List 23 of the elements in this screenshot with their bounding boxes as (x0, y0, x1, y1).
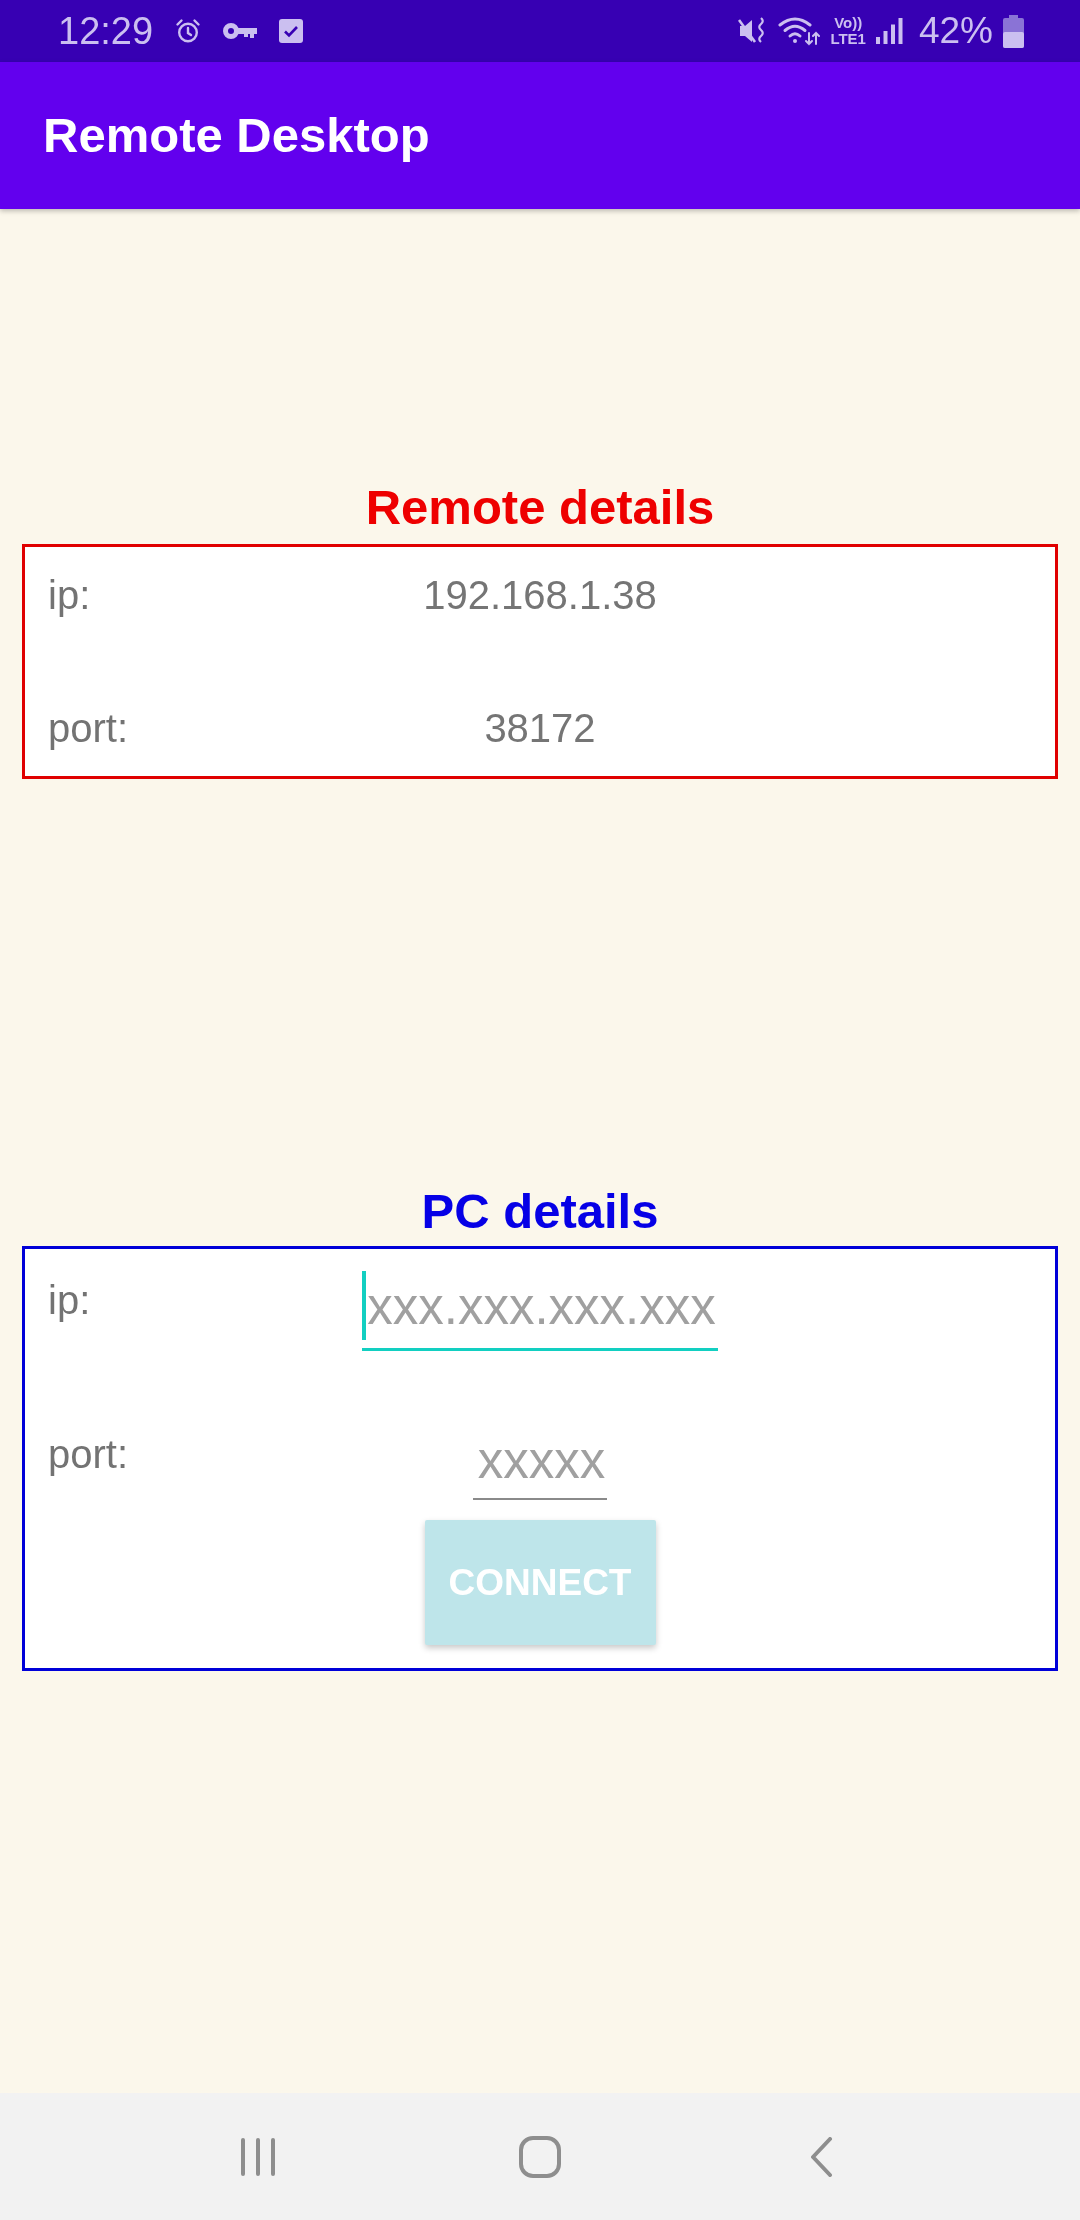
ip-input-field[interactable]: xxx.xxx.xxx.xxx (362, 1271, 718, 1351)
clock-time: 12:29 (58, 9, 154, 53)
back-icon[interactable] (811, 2136, 833, 2177)
wifi-icon (778, 16, 821, 46)
section-title: PC details (421, 1183, 659, 1240)
port-input-field[interactable]: xxxxx (472, 1425, 608, 1500)
ip-label: ip: (48, 1277, 91, 1324)
checkbox-icon (279, 19, 304, 43)
ip-label: ip: (48, 572, 91, 619)
port-label: port: (48, 1431, 129, 1478)
app-title: Remote Desktop (43, 107, 430, 164)
battery-icon (1003, 14, 1024, 48)
key-icon (223, 23, 258, 39)
network-type-label: Vo)) LTE1 (830, 15, 866, 47)
recent-apps-icon[interactable] (240, 2136, 276, 2177)
ip-value: 192.168.1.38 (423, 572, 657, 619)
section-title: Remote details (365, 479, 715, 536)
port-label: port: (48, 705, 129, 752)
signal-bars-icon (875, 18, 903, 44)
home-icon[interactable] (519, 2135, 561, 2178)
port-value: 38172 (484, 705, 596, 752)
alarm-clock-icon (175, 18, 202, 44)
battery-percent: 42% (918, 9, 993, 53)
